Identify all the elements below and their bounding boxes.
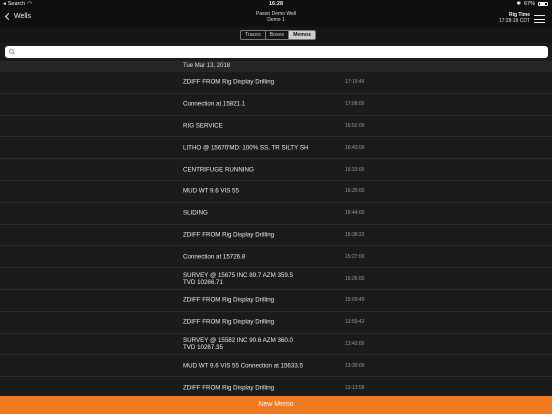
memo-text: SURVEY @ 15675 INC 89.7 AZM 359.5 TVD 10… [183,271,293,286]
memo-time: 15:26:00 [345,275,365,282]
new-memo-button[interactable]: New Memo [0,396,552,414]
memo-time: 13:13:58 [345,384,365,391]
hamburger-menu-icon[interactable] [534,15,545,23]
navigation-bar: Wells Pason Demo Well Demo 1 Rig Time 17… [0,9,552,27]
tab-boxes[interactable]: Boxes [266,31,290,39]
view-tabs: Traces Boxes Memos [240,30,316,40]
memo-text: MUD WT 9.6 VIS 55 [183,187,239,195]
search-icon [9,49,14,54]
status-right: ✱ 67% [516,1,548,7]
memo-text: Connection at 15821.1 [183,100,246,108]
memo-time: 16:25:00 [345,188,365,195]
memo-row[interactable]: SURVEY @ 15675 INC 89.7 AZM 359.5 TVD 10… [0,268,552,290]
search-input[interactable] [17,47,542,57]
memo-text: LITHO @ 15670'MD: 100% SS, TR SILTY SH [183,144,309,152]
memo-row[interactable]: ZDIFF FROM Rig Display Drilling 13:59:42 [0,312,552,334]
memo-time: 17:08:00 [345,101,365,108]
memo-row[interactable]: MUD WT 9.6 VIS 55 Connection at 15633.5 1… [0,355,552,378]
page-title: Pason Demo Well Demo 1 [0,11,552,23]
date-section-header: Tue Mar 13, 2018 [0,61,552,72]
search-box [5,46,548,58]
memo-time: 17:19:46 [345,79,365,86]
memo-text: ZDIFF FROM Rig Display Drilling [183,78,275,86]
memo-row[interactable]: ZDIFF FROM Rig Display Drilling 13:13:58 [0,377,552,396]
memo-row[interactable]: SLIDING 15:44:00 [0,203,552,225]
memo-text: SURVEY @ 15582 INC 90.6 AZM 360.0 TVD 10… [183,336,293,351]
app-window: ◂ Search ◠ 16:28 ✱ 67% Wells Pason Demo … [0,0,552,414]
memo-time: 13:59:42 [345,319,365,326]
battery-icon [538,1,548,7]
memo-time: 13:43:00 [345,340,365,347]
well-subtitle: Demo 1 [267,17,285,23]
memo-time: 15:44:00 [345,210,365,217]
memo-text: CENTRIFUGE RUNNING [183,166,254,174]
tab-memos[interactable]: Memos [289,31,315,39]
memo-text: MUD WT 9.6 VIS 55 Connection at 15633.5 [183,362,303,370]
status-time: 16:28 [268,1,284,7]
memo-text: Connection at 15726.8 [183,253,246,261]
date-header-label: Tue Mar 13, 2018 [183,63,231,69]
memo-time: 16:43:00 [345,144,365,151]
memo-row[interactable]: Connection at 15726.8 15:27:00 [0,246,552,269]
memo-text: RIG SERVICE [183,122,223,130]
memo-text: ZDIFF FROM Rig Display Drilling [183,318,275,326]
memo-row[interactable]: ZDIFF FROM Rig Display Drilling 15:38:22 [0,225,552,247]
memo-list[interactable]: ZDIFF FROM Rig Display Drilling 17:19:46 C… [0,72,552,396]
memo-time: 15:00:49 [345,297,365,304]
tab-traces[interactable]: Traces [241,31,266,39]
memo-time: 13:39:00 [345,362,365,369]
status-bar: ◂ Search ◠ 16:28 ✱ 67% [0,0,552,9]
memo-row[interactable]: Connection at 15821.1 17:08:00 [0,94,552,116]
memo-row[interactable]: SURVEY @ 15582 INC 90.6 AZM 360.0 TVD 10… [0,334,552,356]
memo-time: 15:38:22 [345,231,365,238]
memo-text: SLIDING [183,209,208,217]
memo-time: 16:52:00 [345,122,365,129]
memo-text: ZDIFF FROM Rig Display Drilling [183,296,275,304]
memo-text: ZDIFF FROM Rig Display Drilling [183,384,275,392]
memo-row[interactable]: ZDIFF FROM Rig Display Drilling 17:19:46 [0,72,552,94]
memo-row[interactable]: LITHO @ 15670'MD: 100% SS, TR SILTY SH 16… [0,137,552,160]
memo-time: 15:27:00 [345,253,365,260]
memo-text: ZDIFF FROM Rig Display Drilling [183,231,275,239]
memo-row[interactable]: RIG SERVICE 16:52:00 [0,116,552,138]
bluetooth-icon: ✱ [516,1,521,7]
rig-time: Rig Time 17:28:18 CDT [499,12,530,24]
memo-row[interactable]: CENTRIFUGE RUNNING 16:33:00 [0,159,552,181]
memo-time: 16:33:00 [345,166,365,173]
memo-row[interactable]: ZDIFF FROM Rig Display Drilling 15:00:49 [0,290,552,312]
battery-percent: 67% [523,1,535,7]
rig-time-value: 17:28:18 CDT [498,18,530,24]
segment-bar: Traces Boxes Memos [0,27,552,43]
memo-row[interactable]: MUD WT 9.6 VIS 55 16:25:00 [0,181,552,203]
